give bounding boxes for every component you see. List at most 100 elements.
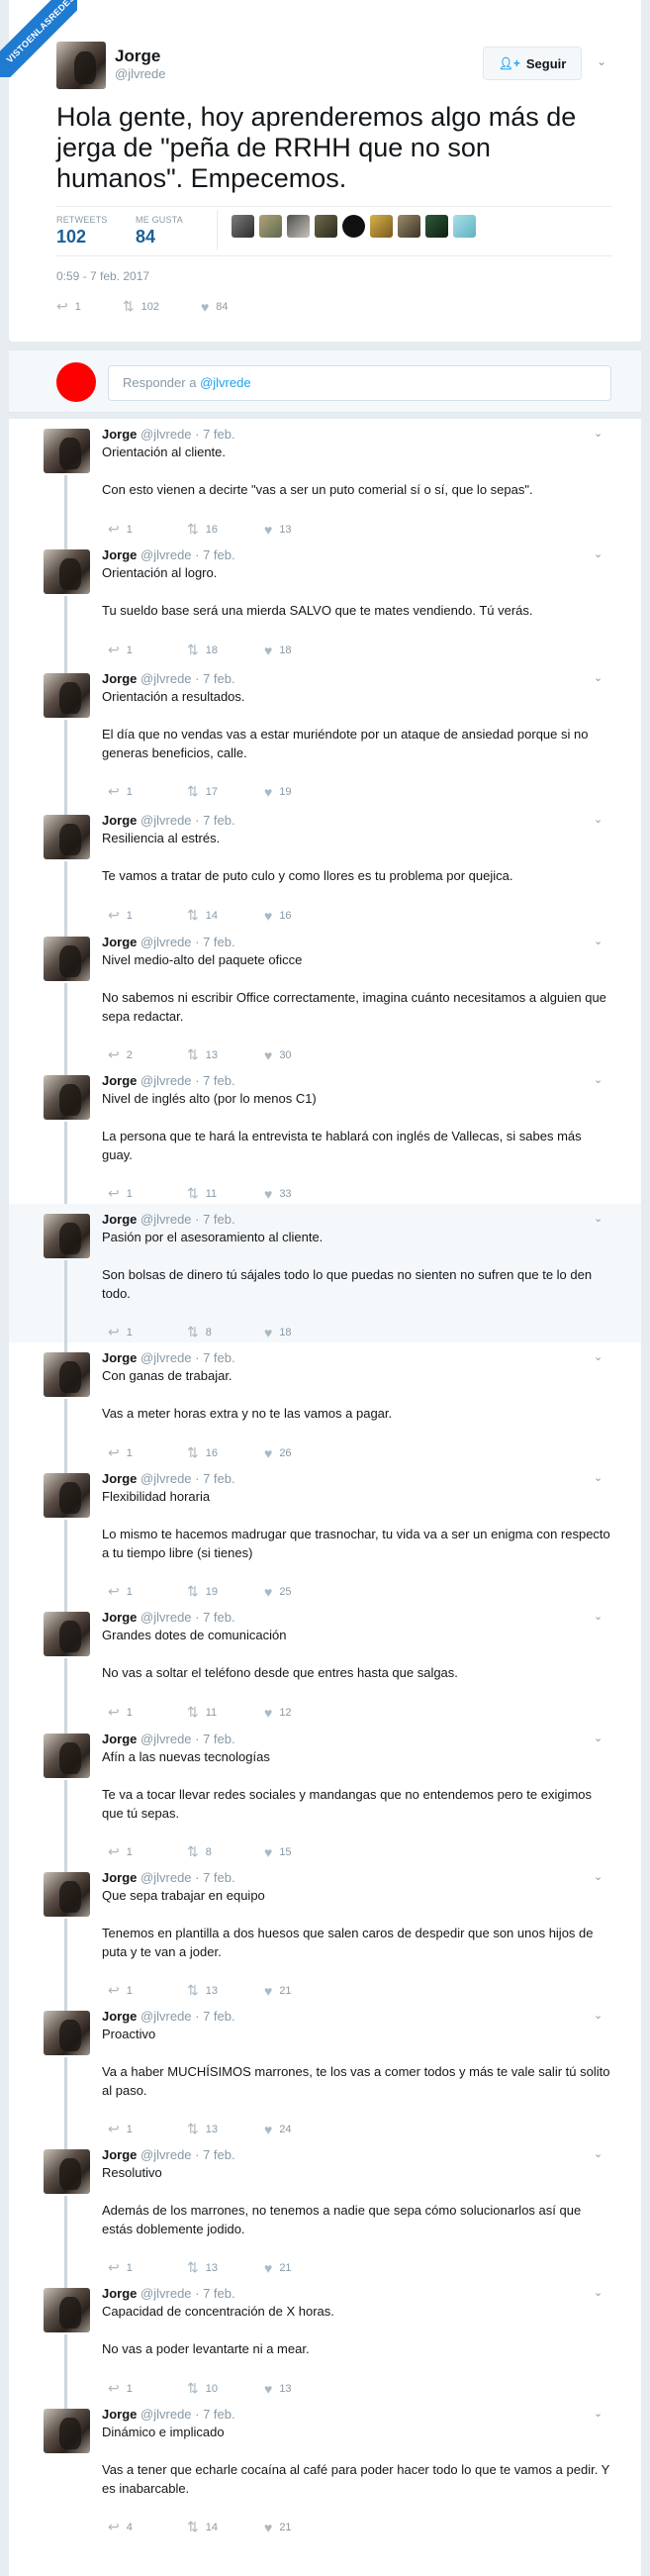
tweet-meta[interactable]: @jlvrede · 7 feb.: [140, 1732, 235, 1746]
like-button[interactable]: ♥ 26: [264, 1444, 324, 1461]
reply-button[interactable]: ↩ 1: [108, 907, 187, 924]
avatar[interactable]: [44, 1872, 90, 1917]
thread-tweet[interactable]: Jorge @jlvrede · 7 feb. ⌄ Afín a las nueva…: [9, 1724, 641, 1874]
retweet-button[interactable]: ⇅ 11: [187, 1704, 264, 1721]
avatar[interactable]: [370, 215, 393, 238]
tweet-meta[interactable]: @jlvrede · 7 feb.: [140, 427, 235, 442]
retweet-button[interactable]: ⇅ 13: [187, 2121, 264, 2137]
author-name[interactable]: Jorge: [102, 1610, 137, 1625]
avatar[interactable]: [44, 1352, 90, 1397]
tweet-meta[interactable]: @jlvrede · 7 feb.: [140, 935, 235, 949]
author-name[interactable]: Jorge: [102, 547, 137, 562]
avatar[interactable]: [44, 2149, 90, 2194]
avatar[interactable]: [259, 215, 282, 238]
author-handle[interactable]: @jlvrede: [115, 66, 166, 81]
like-button[interactable]: ♥ 30: [264, 1046, 324, 1063]
thread-tweet[interactable]: Jorge @jlvrede · 7 feb. ⌄ Resolutivo Además…: [9, 2139, 641, 2290]
reply-button[interactable]: ↩ 1: [108, 2259, 187, 2276]
likes-value[interactable]: 84: [136, 227, 155, 248]
retweet-button[interactable]: ⇅ 16: [187, 1444, 264, 1461]
chevron-down-icon[interactable]: ⌄: [594, 813, 603, 826]
retweet-button[interactable]: ⇅ 18: [187, 642, 264, 658]
retweet-button[interactable]: ⇅ 102: [123, 298, 159, 315]
reply-button[interactable]: ↩ 1: [108, 1324, 187, 1340]
retweet-button[interactable]: ⇅ 13: [187, 1982, 264, 1999]
tweet-meta[interactable]: @jlvrede · 7 feb.: [140, 671, 235, 686]
tweet-meta[interactable]: @jlvrede · 7 feb.: [140, 1350, 235, 1365]
tweet-date[interactable]: 0:59 - 7 feb. 2017: [56, 269, 149, 283]
avatar[interactable]: [44, 2288, 90, 2332]
chevron-down-icon[interactable]: ⌄: [594, 427, 603, 440]
chevron-down-icon[interactable]: ⌄: [594, 671, 603, 684]
thread-tweet[interactable]: Jorge @jlvrede · 7 feb. ⌄ Que sepa trabaja…: [9, 1862, 641, 2013]
like-button[interactable]: ♥ 12: [264, 1704, 324, 1721]
reply-button[interactable]: ↩ 1: [108, 1982, 187, 1999]
retweet-button[interactable]: ⇅ 13: [187, 2259, 264, 2276]
thread-tweet[interactable]: Jorge @jlvrede · 7 feb. ⌄ Capacidad de con…: [9, 2278, 641, 2411]
avatar[interactable]: [342, 215, 365, 238]
chevron-down-icon[interactable]: ⌄: [594, 2009, 603, 2022]
chevron-down-icon[interactable]: ⌄: [594, 1471, 603, 1484]
like-button[interactable]: ♥ 25: [264, 1583, 324, 1600]
thread-tweet[interactable]: Jorge @jlvrede · 7 feb. ⌄ Resiliencia al e…: [9, 805, 641, 939]
avatar[interactable]: [453, 215, 476, 238]
retweets-value[interactable]: 102: [56, 227, 86, 248]
like-button[interactable]: ♥ 24: [264, 2121, 324, 2137]
like-button[interactable]: ♥ 21: [264, 2259, 324, 2276]
avatar[interactable]: [287, 215, 310, 238]
avatar[interactable]: [44, 2011, 90, 2055]
chevron-down-icon[interactable]: ⌄: [594, 547, 603, 560]
tweet-meta[interactable]: @jlvrede · 7 feb.: [140, 813, 235, 828]
like-button[interactable]: ♥ 84: [201, 298, 229, 315]
thread-tweet[interactable]: Jorge @jlvrede · 7 feb. ⌄ Con ganas de tra…: [9, 1342, 641, 1475]
like-button[interactable]: ♥ 16: [264, 907, 324, 924]
thread-tweet[interactable]: Jorge @jlvrede · 7 feb. ⌄ Nivel medio-alto…: [9, 927, 641, 1077]
reply-button[interactable]: ↩ 1: [108, 1444, 187, 1461]
author-name[interactable]: Jorge: [102, 671, 137, 686]
thread-tweet[interactable]: Jorge @jlvrede · 7 feb. ⌄ Grandes dotes de…: [9, 1602, 641, 1735]
tweet-meta[interactable]: @jlvrede · 7 feb.: [140, 2407, 235, 2422]
like-button[interactable]: ♥ 21: [264, 2519, 324, 2535]
chevron-down-icon[interactable]: ⌄: [594, 1212, 603, 1225]
author-name[interactable]: Jorge: [115, 47, 160, 66]
avatar[interactable]: [44, 1473, 90, 1518]
tweet-meta[interactable]: @jlvrede · 7 feb.: [140, 1870, 235, 1885]
avatar[interactable]: [44, 2409, 90, 2453]
retweet-button[interactable]: ⇅ 10: [187, 2380, 264, 2397]
like-button[interactable]: ♥ 15: [264, 1843, 324, 1860]
thread-tweet[interactable]: Jorge @jlvrede · 7 feb. ⌄ Pasión por el as…: [9, 1204, 641, 1354]
reply-button[interactable]: ↩ 4: [108, 2519, 187, 2535]
avatar[interactable]: [44, 1612, 90, 1656]
tweet-meta[interactable]: @jlvrede · 7 feb.: [140, 547, 235, 562]
like-button[interactable]: ♥ 13: [264, 521, 324, 538]
chevron-down-icon[interactable]: ⌄: [594, 2286, 603, 2299]
author-name[interactable]: Jorge: [102, 813, 137, 828]
avatar[interactable]: [44, 673, 90, 718]
tweet-meta[interactable]: @jlvrede · 7 feb.: [140, 1471, 235, 1486]
avatar[interactable]: [232, 215, 254, 238]
thread-tweet[interactable]: Jorge @jlvrede · 7 feb. ⌄ Nivel de inglés …: [9, 1065, 641, 1216]
tweet-meta[interactable]: @jlvrede · 7 feb.: [140, 2286, 235, 2301]
author-name[interactable]: Jorge: [102, 2407, 137, 2422]
chevron-down-icon[interactable]: ⌄: [594, 935, 603, 947]
avatar[interactable]: [315, 215, 337, 238]
like-button[interactable]: ♥ 18: [264, 642, 324, 658]
thread-tweet[interactable]: Jorge @jlvrede · 7 feb. ⌄ Flexibilidad hor…: [9, 1463, 641, 1614]
reply-button[interactable]: ↩ 1: [56, 298, 81, 315]
thread-tweet[interactable]: Jorge @jlvrede · 7 feb. ⌄ Orientación a re…: [9, 663, 641, 817]
author-name[interactable]: Jorge: [102, 2009, 137, 2024]
author-name[interactable]: Jorge: [102, 1870, 137, 1885]
author-name[interactable]: Jorge: [102, 1350, 137, 1365]
author-name[interactable]: Jorge: [102, 2286, 137, 2301]
author-name[interactable]: Jorge: [102, 427, 137, 442]
thread-tweet[interactable]: Jorge @jlvrede · 7 feb. ⌄ Proactivo Va a ha…: [9, 2001, 641, 2151]
retweet-button[interactable]: ⇅ 16: [187, 521, 264, 538]
retweet-button[interactable]: ⇅ 14: [187, 2519, 264, 2535]
reply-button[interactable]: ↩ 1: [108, 642, 187, 658]
retweet-button[interactable]: ⇅ 8: [187, 1843, 264, 1860]
thread-tweet[interactable]: Jorge @jlvrede · 7 feb. ⌄ Orientación al l…: [9, 540, 641, 675]
follow-button[interactable]: 👤︎+ Seguir: [483, 47, 582, 80]
chevron-down-icon[interactable]: ⌄: [594, 1350, 603, 1363]
avatar[interactable]: [44, 815, 90, 859]
reply-input[interactable]: Responder a @jlvrede: [108, 365, 611, 401]
